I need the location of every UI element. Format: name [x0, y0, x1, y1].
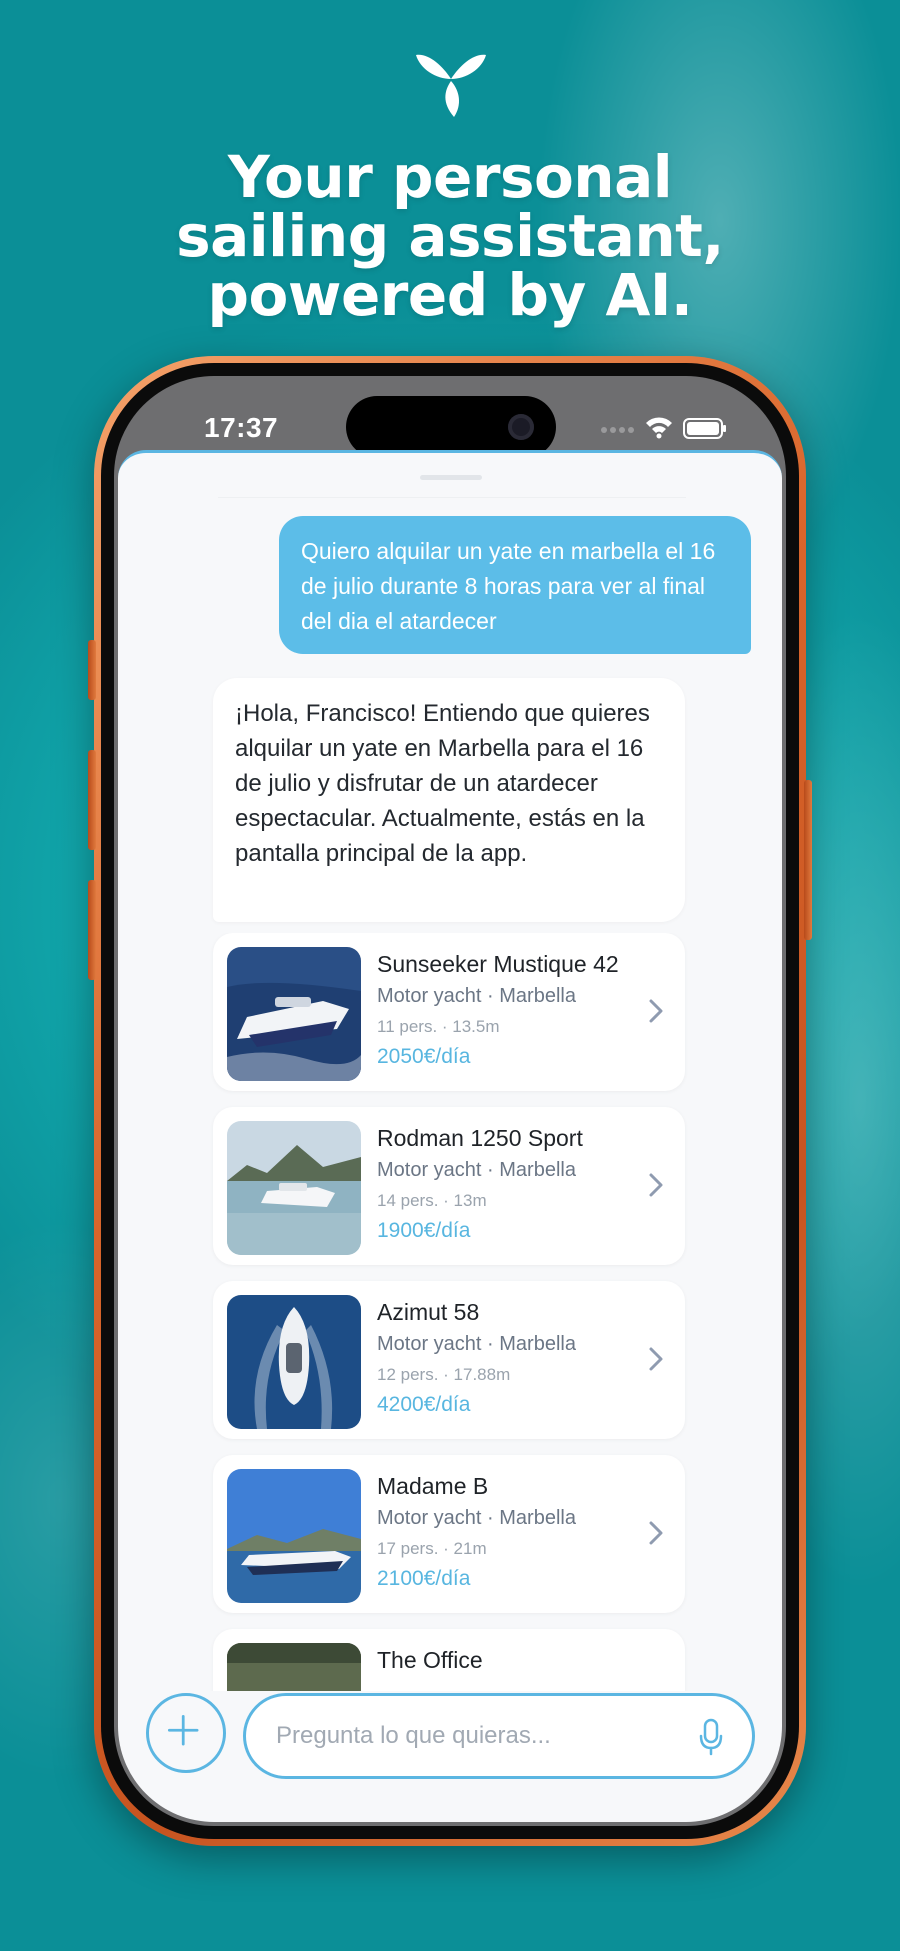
boat-photo	[227, 1469, 361, 1603]
boat-price: 2050€/día	[377, 1045, 471, 1068]
boat-name: Rodman 1250 Sport	[377, 1125, 583, 1151]
chevron-right-icon	[649, 1347, 663, 1371]
boat-specs: 17 pers. · 21m	[377, 1539, 487, 1558]
boat-photo	[227, 1295, 361, 1429]
plus-icon	[167, 1714, 199, 1746]
boat-name: Azimut 58	[377, 1299, 480, 1325]
boat-price: 2100€/día	[377, 1567, 471, 1590]
boat-card[interactable]: Sunseeker Mustique 42 Motor yacht · Marb…	[213, 933, 685, 1091]
boat-card[interactable]: Madame B Motor yacht · Marbella 17 pers.…	[213, 1455, 685, 1613]
boat-specs: 12 pers. · 17.88m	[377, 1365, 511, 1384]
boat-price: 1900€/día	[377, 1219, 471, 1242]
boat-type: Motor yacht · Marbella	[377, 1507, 576, 1529]
chevron-right-icon	[649, 1521, 663, 1545]
battery-icon	[683, 418, 726, 439]
wifi-icon	[646, 417, 672, 439]
boat-name: Madame B	[377, 1473, 489, 1499]
boat-photo	[227, 1643, 361, 1691]
page-headline: Your personal sailing assistant, powered…	[0, 148, 900, 325]
dynamic-island	[346, 396, 556, 458]
boat-card[interactable]: Azimut 58 Motor yacht · Marbella 12 pers…	[213, 1281, 685, 1439]
signal-icon	[601, 427, 634, 433]
message-input[interactable]: Pregunta lo que quieras...	[243, 1693, 755, 1779]
boat-photo	[227, 1121, 361, 1255]
sheet-grabber[interactable]	[420, 475, 482, 480]
add-attachment-button[interactable]	[146, 1693, 226, 1773]
microphone-icon[interactable]	[698, 1718, 724, 1756]
headline-line-3: powered by AI.	[207, 261, 693, 329]
phone-screen: 17:37 Quiero alquilar un yate en marbell…	[114, 376, 786, 1826]
volume-up-button	[88, 750, 96, 850]
boat-price: 4200€/día	[377, 1393, 471, 1416]
chevron-right-icon	[649, 999, 663, 1023]
boat-specs: 14 pers. · 13m	[377, 1191, 487, 1210]
volume-down-button	[88, 880, 96, 980]
user-message-bubble: Quiero alquilar un yate en marbella el 1…	[279, 516, 751, 654]
action-button	[88, 640, 96, 700]
brand-logo-icon	[416, 54, 486, 117]
boat-name: The Office	[377, 1647, 483, 1673]
boat-type: Motor yacht · Marbella	[377, 1159, 576, 1181]
chevron-right-icon	[649, 1173, 663, 1197]
boat-list: Sunseeker Mustique 42 Motor yacht · Marb…	[118, 933, 782, 1691]
boat-photo	[227, 947, 361, 1081]
message-placeholder: Pregunta lo que quieras...	[276, 1722, 551, 1749]
headline-line-1: Your personal	[227, 143, 673, 211]
boat-card[interactable]: The Office	[213, 1629, 685, 1691]
boat-type: Motor yacht · Marbella	[377, 985, 576, 1007]
chat-sheet: Quiero alquilar un yate en marbella el 1…	[118, 450, 782, 1822]
camera-icon	[508, 414, 534, 440]
boat-card[interactable]: Rodman 1250 Sport Motor yacht · Marbella…	[213, 1107, 685, 1265]
boat-type: Motor yacht · Marbella	[377, 1333, 576, 1355]
status-time: 17:37	[204, 412, 279, 443]
divider	[218, 497, 686, 498]
headline-line-2: sailing assistant,	[176, 202, 724, 270]
power-button	[804, 780, 812, 940]
boat-specs: 11 pers. · 13.5m	[377, 1017, 500, 1036]
status-icons	[601, 417, 726, 439]
assistant-message-bubble: ¡Hola, Francisco! Entiendo que quieres a…	[213, 678, 685, 922]
boat-name: Sunseeker Mustique 42	[377, 951, 619, 977]
